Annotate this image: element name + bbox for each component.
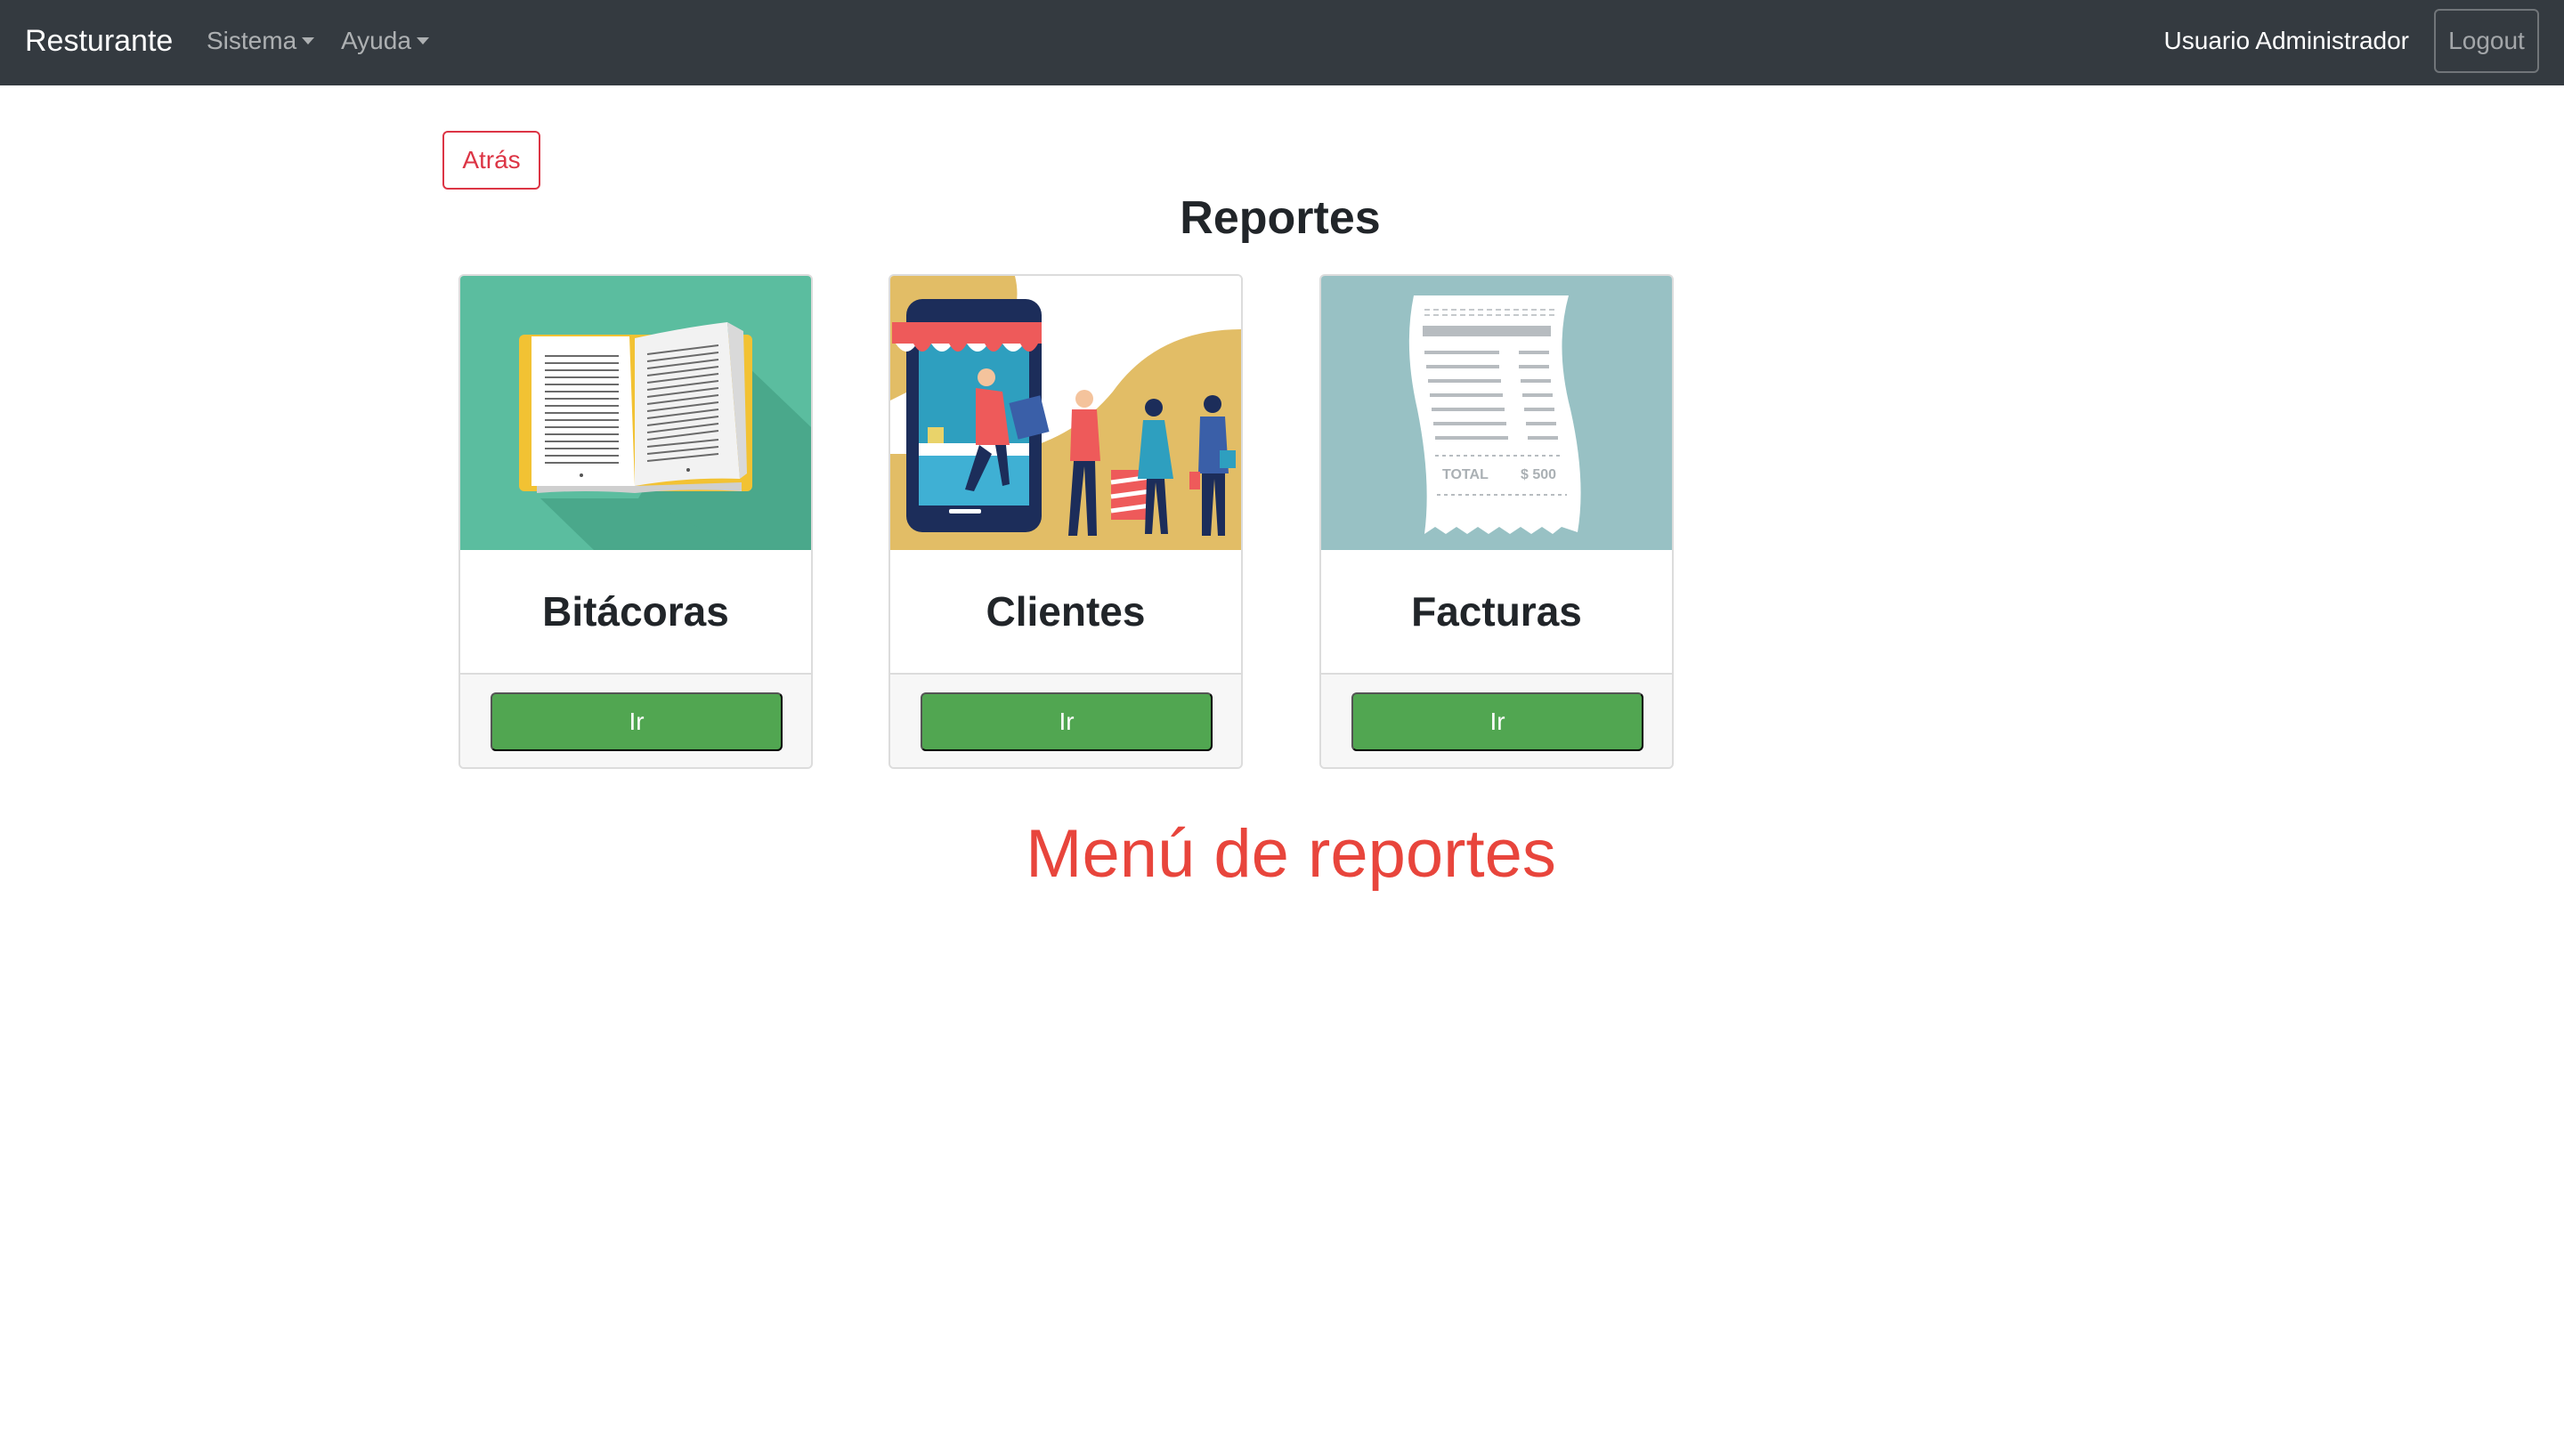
logout-button[interactable]: Logout bbox=[2434, 9, 2539, 73]
nav-menu-ayuda-label: Ayuda bbox=[341, 27, 411, 54]
page-title: Reportes bbox=[1180, 192, 1381, 244]
top-navbar: Resturante Sistema Ayuda Usuario Adminis… bbox=[0, 0, 2564, 85]
card-footer: Ir bbox=[1321, 673, 1672, 767]
receipt-illustration: TOTAL $ 500 bbox=[1321, 276, 1672, 550]
back-button[interactable]: Atrás bbox=[442, 131, 540, 190]
report-card-clientes: Clientes Ir bbox=[888, 274, 1243, 769]
book-illustration bbox=[460, 276, 811, 550]
go-bitacoras-button[interactable]: Ir bbox=[491, 692, 783, 751]
card-title: Clientes bbox=[986, 588, 1146, 635]
go-clientes-button[interactable]: Ir bbox=[921, 692, 1213, 751]
menu-caption: Menú de reportes bbox=[1026, 816, 1556, 892]
card-footer: Ir bbox=[460, 673, 811, 767]
chevron-down-icon bbox=[416, 37, 429, 44]
receipt-total-label: TOTAL bbox=[1442, 467, 1489, 482]
chevron-down-icon bbox=[302, 37, 315, 44]
go-facturas-button[interactable]: Ir bbox=[1351, 692, 1643, 751]
report-card-bitacoras: Bitácoras Ir bbox=[458, 274, 813, 769]
shop-customers-illustration bbox=[890, 276, 1241, 550]
card-footer: Ir bbox=[890, 673, 1241, 767]
current-user-name: Usuario Administrador bbox=[2163, 27, 2409, 54]
navbar-brand[interactable]: Resturante bbox=[25, 21, 173, 61]
card-title: Facturas bbox=[1411, 588, 1582, 635]
nav-menu-ayuda[interactable]: Ayuda bbox=[341, 23, 429, 59]
receipt-total-value: $ 500 bbox=[1521, 467, 1556, 482]
nav-menu-sistema[interactable]: Sistema bbox=[207, 23, 315, 59]
report-card-facturas: TOTAL $ 500 Facturas Ir bbox=[1319, 274, 1674, 769]
nav-menu-sistema-label: Sistema bbox=[207, 27, 297, 54]
card-title: Bitácoras bbox=[542, 588, 729, 635]
